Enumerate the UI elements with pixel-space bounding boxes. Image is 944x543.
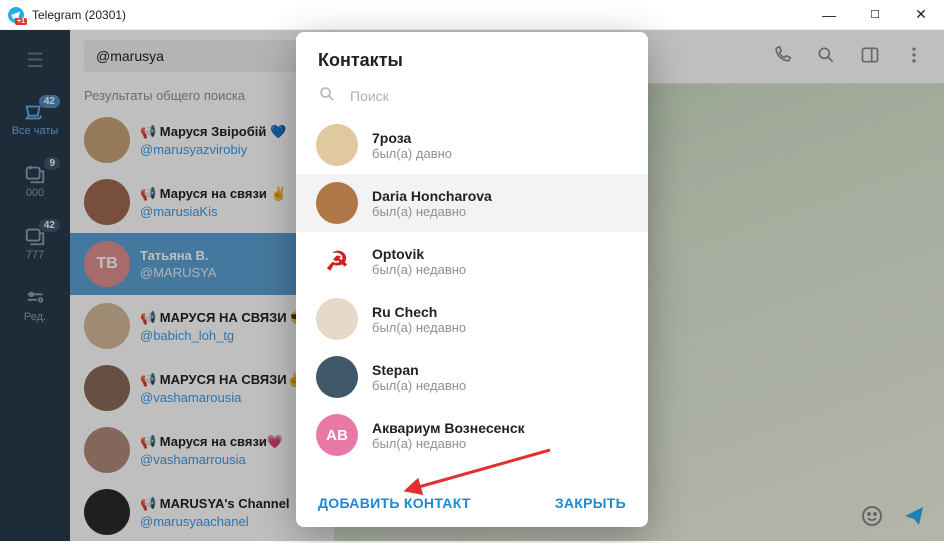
minimize-button[interactable]: — bbox=[806, 0, 852, 30]
contact-status: был(а) недавно bbox=[372, 436, 525, 451]
avatar: ☭ bbox=[316, 240, 358, 282]
contact-name: Аквариум Вознесенск bbox=[372, 420, 525, 436]
close-button[interactable]: ✕ bbox=[898, 0, 944, 30]
contacts-modal: Контакты 7розабыл(а) давноDaria Honcharo… bbox=[296, 32, 648, 527]
window-controls: — ☐ ✕ bbox=[806, 0, 944, 30]
avatar: АВ bbox=[316, 414, 358, 456]
contact-item[interactable]: Ru Chechбыл(а) недавно bbox=[296, 290, 648, 348]
contact-name: Daria Honcharova bbox=[372, 188, 492, 204]
modal-search-row bbox=[296, 79, 648, 116]
contact-status: был(а) недавно bbox=[372, 378, 466, 393]
contact-item[interactable]: 7розабыл(а) давно bbox=[296, 116, 648, 174]
logo-badge: +1 bbox=[15, 18, 27, 25]
contact-item[interactable]: Stepanбыл(а) недавно bbox=[296, 348, 648, 406]
contact-status: был(а) недавно bbox=[372, 262, 466, 277]
contact-item[interactable]: АВ Аквариум Вознесенскбыл(а) недавно bbox=[296, 406, 648, 464]
modal-footer: ДОБАВИТЬ КОНТАКТ ЗАКРЫТЬ bbox=[296, 481, 648, 527]
contacts-list[interactable]: 7розабыл(а) давноDaria Honcharovaбыл(а) … bbox=[296, 116, 648, 481]
window-title: Telegram (20301) bbox=[32, 8, 126, 22]
search-icon bbox=[318, 85, 336, 106]
contact-name: Ru Chech bbox=[372, 304, 466, 320]
avatar bbox=[316, 124, 358, 166]
add-contact-button[interactable]: ДОБАВИТЬ КОНТАКТ bbox=[318, 495, 471, 511]
contact-item[interactable]: ☭ Optovikбыл(а) недавно bbox=[296, 232, 648, 290]
window-titlebar: +1 Telegram (20301) — ☐ ✕ bbox=[0, 0, 944, 30]
avatar bbox=[316, 298, 358, 340]
modal-overlay[interactable]: Контакты 7розабыл(а) давноDaria Honcharo… bbox=[0, 30, 944, 541]
avatar bbox=[316, 356, 358, 398]
modal-search-input[interactable] bbox=[350, 88, 626, 104]
contact-item[interactable]: Daria Honcharovaбыл(а) недавно bbox=[296, 174, 648, 232]
close-modal-button[interactable]: ЗАКРЫТЬ bbox=[555, 495, 626, 511]
contact-name: 7роза bbox=[372, 130, 452, 146]
maximize-button[interactable]: ☐ bbox=[852, 0, 898, 30]
contact-status: был(а) недавно bbox=[372, 320, 466, 335]
contact-status: был(а) недавно bbox=[372, 204, 492, 219]
modal-title: Контакты bbox=[296, 32, 648, 79]
contact-status: был(а) давно bbox=[372, 146, 452, 161]
contact-name: Stepan bbox=[372, 362, 466, 378]
avatar bbox=[316, 182, 358, 224]
telegram-logo-icon: +1 bbox=[8, 7, 24, 23]
contact-name: Optovik bbox=[372, 246, 466, 262]
